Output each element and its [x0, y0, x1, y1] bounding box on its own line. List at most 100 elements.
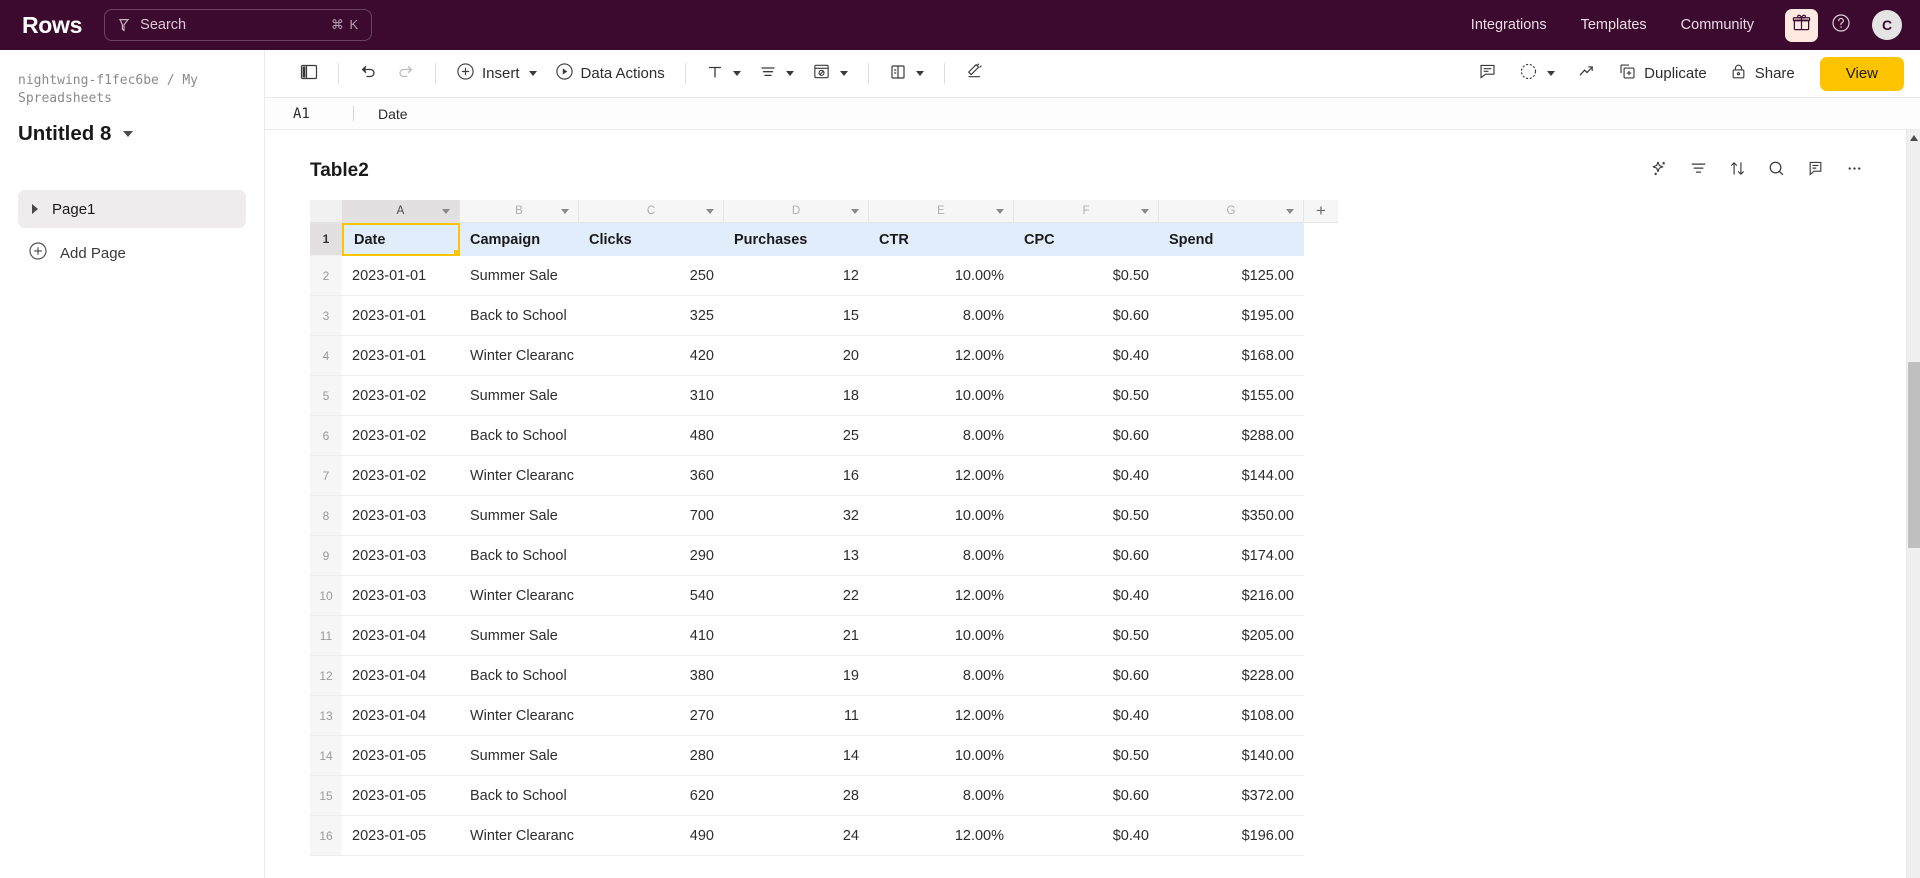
table-cell[interactable]: 2023-01-04 — [342, 616, 460, 656]
table-cell[interactable]: 2023-01-02 — [342, 416, 460, 456]
corner-cell[interactable] — [310, 200, 342, 223]
table-cell[interactable]: 12.00% — [869, 696, 1014, 736]
table-cell[interactable]: 540 — [579, 576, 724, 616]
app-logo[interactable]: Rows — [22, 12, 82, 39]
table-cell[interactable]: 24 — [724, 816, 869, 856]
table-cell[interactable]: 480 — [579, 416, 724, 456]
chevron-right-icon[interactable] — [32, 204, 38, 214]
table-cell[interactable]: 325 — [579, 296, 724, 336]
view-button[interactable]: View — [1819, 56, 1904, 91]
table-cell[interactable]: Back to School — [460, 416, 579, 456]
chevron-down-icon[interactable] — [442, 208, 450, 214]
text-format-button[interactable] — [697, 58, 750, 90]
row-number[interactable]: 5 — [310, 376, 342, 416]
insert-button[interactable]: Insert — [447, 58, 546, 90]
nav-community[interactable]: Community — [1664, 0, 1771, 50]
table-cell[interactable]: 25 — [724, 416, 869, 456]
header-cell[interactable]: Date — [342, 223, 460, 256]
table-cell[interactable]: 8.00% — [869, 656, 1014, 696]
table-cell[interactable]: 32 — [724, 496, 869, 536]
table-cell[interactable]: $0.60 — [1014, 656, 1159, 696]
table-cell[interactable]: 10.00% — [869, 256, 1014, 296]
table-cell[interactable]: 290 — [579, 536, 724, 576]
table-cell[interactable]: 2023-01-03 — [342, 536, 460, 576]
help-button[interactable] — [1824, 8, 1858, 42]
table-cell[interactable]: $0.50 — [1014, 736, 1159, 776]
table-cell[interactable]: 2023-01-05 — [342, 776, 460, 816]
analytics-button[interactable] — [1568, 58, 1605, 90]
nav-integrations[interactable]: Integrations — [1454, 0, 1564, 50]
table-cell[interactable]: Summer Sale — [460, 616, 579, 656]
table-cell[interactable]: 19 — [724, 656, 869, 696]
table-cell[interactable]: 360 — [579, 456, 724, 496]
header-cell[interactable]: Spend — [1159, 223, 1304, 256]
table-cell[interactable]: 28 — [724, 776, 869, 816]
table-cell[interactable]: $0.50 — [1014, 256, 1159, 296]
row-number[interactable]: 10 — [310, 576, 342, 616]
chevron-down-icon[interactable] — [123, 131, 134, 137]
comment-icon[interactable] — [1806, 159, 1825, 183]
table-cell[interactable]: 620 — [579, 776, 724, 816]
table-cell[interactable]: Back to School — [460, 656, 579, 696]
table-cell[interactable]: 2023-01-01 — [342, 336, 460, 376]
table-cell[interactable]: $0.40 — [1014, 336, 1159, 376]
table-cell[interactable]: 250 — [579, 256, 724, 296]
align-button[interactable] — [750, 58, 803, 90]
table-cell[interactable]: 18 — [724, 376, 869, 416]
table-cell[interactable]: $196.00 — [1159, 816, 1304, 856]
more-icon[interactable] — [1845, 159, 1864, 183]
table-cell[interactable]: $168.00 — [1159, 336, 1304, 376]
table-cell[interactable]: $195.00 — [1159, 296, 1304, 336]
table-cell[interactable]: $155.00 — [1159, 376, 1304, 416]
table-cell[interactable]: Winter Clearanc — [460, 816, 579, 856]
table-cell[interactable]: $0.60 — [1014, 416, 1159, 456]
table-title[interactable]: Table2 — [310, 160, 369, 182]
row-number[interactable]: 9 — [310, 536, 342, 576]
table-cell[interactable]: 2023-01-01 — [342, 256, 460, 296]
table-cell[interactable]: Back to School — [460, 776, 579, 816]
header-cell[interactable]: Purchases — [724, 223, 869, 256]
table-cell[interactable]: 12.00% — [869, 576, 1014, 616]
table-cell[interactable]: $372.00 — [1159, 776, 1304, 816]
clear-format-button[interactable] — [956, 58, 993, 90]
row-number[interactable]: 16 — [310, 816, 342, 856]
formula-input[interactable]: Date — [378, 106, 408, 122]
sort-icon[interactable] — [1728, 159, 1747, 183]
chevron-down-icon[interactable] — [1547, 71, 1556, 76]
table-cell[interactable]: 8.00% — [869, 776, 1014, 816]
nav-templates[interactable]: Templates — [1564, 0, 1664, 50]
table-cell[interactable]: 420 — [579, 336, 724, 376]
row-number[interactable]: 11 — [310, 616, 342, 656]
table-cell[interactable]: $0.50 — [1014, 376, 1159, 416]
table-cell[interactable]: 11 — [724, 696, 869, 736]
table-cell[interactable]: Winter Clearanc — [460, 336, 579, 376]
table-cell[interactable]: 2023-01-02 — [342, 376, 460, 416]
scrollbar-thumb[interactable] — [1908, 362, 1920, 548]
redo-button[interactable] — [387, 58, 424, 90]
chevron-down-icon[interactable] — [561, 208, 569, 214]
vertical-scrollbar[interactable] — [1906, 130, 1920, 878]
chevron-down-icon[interactable] — [915, 71, 924, 76]
table-cell[interactable]: Summer Sale — [460, 496, 579, 536]
table-cell[interactable]: 8.00% — [869, 536, 1014, 576]
column-header-c[interactable]: C — [579, 200, 724, 223]
table-cell[interactable]: $0.40 — [1014, 696, 1159, 736]
gift-button[interactable] — [1785, 8, 1818, 42]
scroll-up-icon[interactable] — [1910, 135, 1918, 141]
table-cell[interactable]: $288.00 — [1159, 416, 1304, 456]
table-cell[interactable]: 20 — [724, 336, 869, 376]
table-cell[interactable]: 2023-01-05 — [342, 816, 460, 856]
data-actions-button[interactable]: Data Actions — [546, 58, 674, 90]
add-page-button[interactable]: Add Page — [18, 234, 246, 272]
table-cell[interactable]: Summer Sale — [460, 736, 579, 776]
table-cell[interactable]: $0.40 — [1014, 816, 1159, 856]
table-cell[interactable]: $125.00 — [1159, 256, 1304, 296]
table-cell[interactable]: $0.50 — [1014, 616, 1159, 656]
chevron-down-icon[interactable] — [996, 208, 1004, 214]
chevron-down-icon[interactable] — [1286, 208, 1294, 214]
header-cell[interactable]: Clicks — [579, 223, 724, 256]
table-cell[interactable]: 8.00% — [869, 416, 1014, 456]
table-cell[interactable]: 12.00% — [869, 336, 1014, 376]
row-number[interactable]: 13 — [310, 696, 342, 736]
search-icon[interactable] — [1767, 159, 1786, 183]
